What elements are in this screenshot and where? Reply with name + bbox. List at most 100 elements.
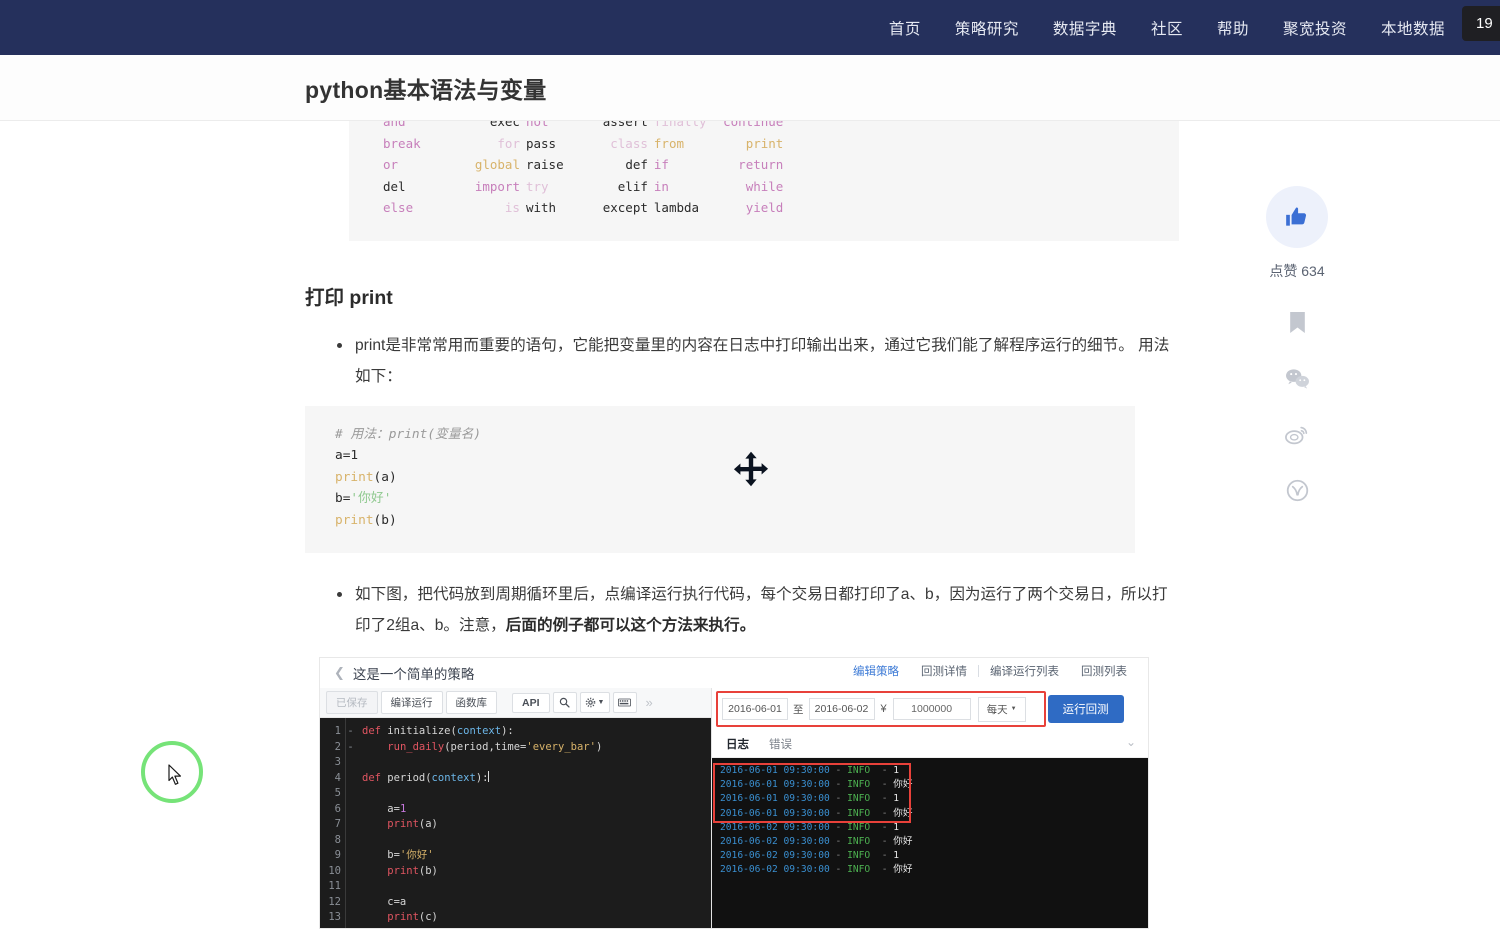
keyword-cell: is [504,200,520,215]
bookmark-icon[interactable] [1282,307,1312,337]
keyword-cell: try [525,178,549,194]
keyword-cell: from [653,135,684,151]
nav-item-data-dict[interactable]: 数据字典 [1053,17,1117,39]
ide-tab-backtest-detail[interactable]: 回测详情 [910,663,978,679]
print-usage-codeblock: # 用法：print(变量名) a=1 print(a) b='你好' prin… [305,405,1135,553]
qzone-icon[interactable] [1282,475,1312,505]
keyword-cell: lambda [653,200,700,215]
function-library-button[interactable]: 函数库 [445,691,497,714]
code-print-b-fn: print [335,512,374,528]
ide-editor-pane: 已保存 编译运行 函数库 API ▼ » 1 2 3 4 5 6 7 8 9 1… [320,688,712,928]
like-button[interactable] [1266,186,1328,248]
keyword-cell: assert [602,121,648,129]
bullet-loop-text: 如下图，把代码放到周期循环里后，点编译运行执行代码，每个交易日都打印了a、b，因… [355,586,1168,634]
initial-capital-input[interactable]: 1000000 [892,698,971,720]
api-button[interactable]: API [512,692,550,713]
keyword-cell: class [610,135,648,151]
log-tab-logs[interactable]: 日志 [726,736,749,752]
nav-item-local-data[interactable]: 本地数据 [1381,17,1445,39]
frequency-value: 每天 [986,703,1008,716]
keyword-cell: not [525,121,549,129]
keyword-cell: and [383,121,406,129]
nav-links: 首页 策略研究 数据字典 社区 帮助 聚宽投资 本地数据 [889,17,1500,39]
keyword-cell: in [653,178,669,194]
chevron-left-icon[interactable]: ❮ [334,665,345,681]
nav-item-invest[interactable]: 聚宽投资 [1283,17,1347,39]
keyword-cell: else [383,200,414,215]
log-panel-tabs: 日志 错误 ⌄ [712,730,1148,758]
ide-strategy-name: 这是一个简单的策略 [352,667,475,682]
log-line: 2016-06-02 09:30:00 - INFO - 1 [720,821,900,833]
chevron-down-icon: ▼ [597,699,605,706]
embedded-ide-screenshot: ❮ 这是一个简单的策略 编辑策略 回测详情 编译运行列表 回测列表 已保存 编译… [319,657,1149,929]
ide-header: ❮ 这是一个简单的策略 编辑策略 回测详情 编译运行列表 回测列表 [320,658,1148,688]
ide-editor-toolbar: 已保存 编译运行 函数库 API ▼ » [320,688,711,718]
code-assign-b-str: '你好' [350,491,392,506]
keyword-cell: def [625,157,648,172]
nav-item-help[interactable]: 帮助 [1217,17,1249,39]
keyword-cell: if [653,157,669,172]
keywords-row: break for pass class from print [383,133,789,155]
code-comment-line: # 用法：print(变量名) [335,426,482,442]
code-print-b-arg: (b) [373,512,397,528]
search-icon[interactable] [552,692,577,713]
article-content: and exec not assert finally continue break for p… [305,121,1180,929]
compile-run-button[interactable]: 编译运行 [380,691,443,714]
ide-tab-compile-run-list[interactable]: 编译运行列表 [979,663,1070,679]
notification-badge[interactable]: 19 [1462,6,1500,41]
keyword-cell: continue [723,121,784,129]
log-tab-errors[interactable]: 错误 [769,736,792,752]
code-assign-b-pre: b= [335,491,351,506]
python-keywords-codeblock: and exec not assert finally continue break for p… [349,121,1179,241]
wechat-icon[interactable] [1282,363,1312,393]
weibo-icon[interactable] [1282,419,1312,449]
keyword-cell: elif [617,178,648,194]
chevron-double-down-icon[interactable]: ⌄ [1126,736,1136,748]
run-backtest-button[interactable]: 运行回测 [1047,695,1124,723]
keyword-cell: while [745,178,784,194]
nav-item-home[interactable]: 首页 [889,17,921,39]
keyboard-icon[interactable] [612,692,637,713]
code-assign-b: b='你好' [335,488,1105,510]
keyword-cell: with [525,200,557,215]
nav-item-strategy[interactable]: 策略研究 [955,17,1019,39]
keywords-row: else is with except lambda yield [383,197,789,219]
frequency-select[interactable]: 每天 ▼ [977,696,1026,722]
page-title: python基本语法与变量 [305,76,547,103]
ide-tab-edit-strategy[interactable]: 编辑策略 [842,663,910,679]
ide-tab-backtest-list[interactable]: 回测列表 [1070,663,1138,679]
ide-tab-bar: 编辑策略 回测详情 编译运行列表 回测列表 [842,663,1138,679]
code-print-a: print(a) [335,467,1105,489]
keyword-cell: return [738,157,784,172]
log-line: 2016-06-01 09:30:00 - INFO - 1 [720,765,900,776]
code-assign-a: a=1 [335,448,359,463]
nav-item-community[interactable]: 社区 [1151,17,1183,39]
bullet-print-description: print是非常常用而重要的语句，它能把变量里的内容在日志中打印输出出来，通过它… [337,330,1180,392]
log-line: 2016-06-01 09:30:00 - INFO - 你好 [720,807,913,819]
section-heading-print: 打印 print [305,286,393,309]
editor-fold-markers[interactable]: -- [346,718,355,928]
log-console[interactable]: 2016-06-01 09:30:00 - INFO - 1 2016-06-01… [712,758,1148,928]
gear-icon[interactable]: ▼ [579,692,610,713]
log-line: 2016-06-02 09:30:00 - INFO - 你好 [720,836,913,848]
keyword-cell: for [497,135,520,151]
saved-status-button[interactable]: 已保存 [326,691,378,714]
keyword-cell: break [383,135,421,151]
keyword-cell: del [383,178,406,194]
keyword-cell: print [745,135,784,151]
keyword-cell: or [383,157,399,172]
keywords-row: and exec not assert finally continue [383,121,789,133]
editor-code-area[interactable]: def initialize(context): run_daily(perio… [355,718,711,928]
end-date-input[interactable]: 2016-06-02 [808,698,875,720]
code-print-b: print(b) [335,510,1105,532]
code-print-a-arg: (a) [373,469,397,485]
keyword-cell: finally [653,121,707,129]
keywords-row: del import try elif in while [383,176,789,198]
code-editor[interactable]: 1234567891011121314 -- def initialize(co… [320,718,711,928]
bullet-loop-emphasis: 后面的例子都可以这个方法来执行。 [505,617,756,634]
start-date-input[interactable]: 2016-06-01 [722,698,788,720]
log-line: 2016-06-01 09:30:00 - INFO - 你好 [720,779,913,791]
keyword-cell: pass [525,135,557,151]
chevron-double-right-icon[interactable]: » [646,695,653,710]
keyword-cell: import [474,178,520,194]
